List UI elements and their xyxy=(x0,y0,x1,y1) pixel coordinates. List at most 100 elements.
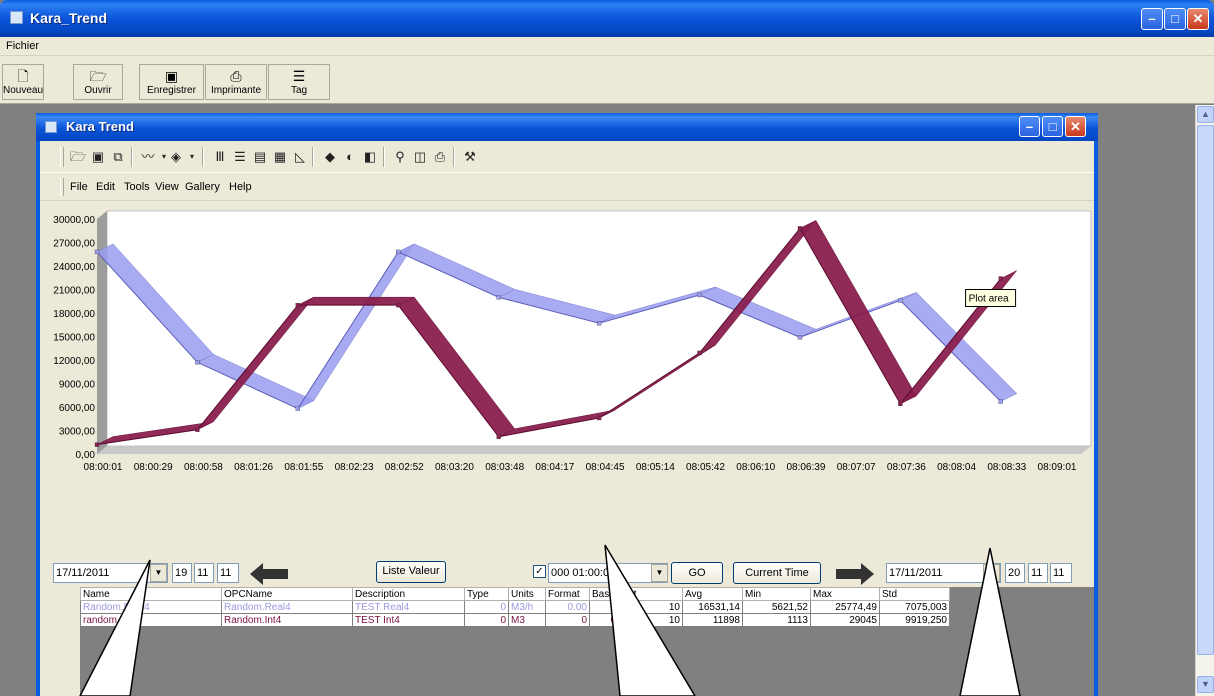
period-field[interactable]: 000 01:00:00 xyxy=(548,563,668,583)
current-time-button[interactable]: Current Time xyxy=(733,562,821,584)
col-type[interactable]: Type xyxy=(464,587,509,601)
col-std[interactable]: Std xyxy=(879,587,950,601)
next-arrow-icon[interactable] xyxy=(836,563,874,585)
tag-button[interactable]: ☰ Tag xyxy=(268,64,330,100)
end-minute-field[interactable]: 11 xyxy=(1028,563,1048,583)
col-name[interactable]: Name xyxy=(80,587,222,601)
cell-cnt: 10 xyxy=(618,613,683,627)
scroll-up-icon[interactable]: ▲ xyxy=(1197,106,1214,123)
imprimante-button[interactable]: ⎙ Imprimante xyxy=(205,64,267,100)
nouveau-label: Nouveau xyxy=(3,85,44,96)
nouveau-button[interactable]: 🗋 Nouveau xyxy=(2,64,44,100)
z-clustered-icon[interactable]: ◧ xyxy=(362,149,378,165)
maximize-icon[interactable]: □ xyxy=(1164,8,1186,30)
print-preview-icon[interactable]: ◫ xyxy=(412,149,428,165)
data-grid-icon[interactable]: ▦ xyxy=(272,149,288,165)
x-tick-label: 08:06:39 xyxy=(786,462,825,473)
y-tick-label: 18000,00 xyxy=(53,309,95,320)
x-tick-label: 08:01:26 xyxy=(234,462,273,473)
table-row[interactable]: random.Int4 Random.Int4 TEST Int4 0 M3 0… xyxy=(80,613,950,627)
x-tick-label: 08:00:29 xyxy=(134,462,173,473)
menu-help[interactable]: Help xyxy=(229,181,252,193)
y-tick-label: 27000,00 xyxy=(53,239,95,250)
data-point xyxy=(195,360,200,365)
y-tick-label: 3000,00 xyxy=(59,427,96,438)
chevron-down-icon[interactable]: ▼ xyxy=(150,564,167,582)
period-checkbox[interactable]: ✓ xyxy=(533,565,546,578)
data-point xyxy=(998,276,1003,281)
col-opcname[interactable]: OPCName xyxy=(221,587,353,601)
vertical-grid-icon[interactable]: Ⅲ xyxy=(212,149,228,165)
rotate-icon[interactable]: ◐ xyxy=(342,149,358,165)
data-point xyxy=(596,415,602,421)
palette-icon[interactable]: ◈ xyxy=(168,149,184,165)
child-minimize-icon[interactable]: – xyxy=(1019,116,1040,137)
zoom-icon[interactable]: ⚲ xyxy=(392,149,408,165)
minimize-icon[interactable]: – xyxy=(1141,8,1163,30)
menu-grip xyxy=(60,178,64,196)
axis-icon[interactable]: ◺ xyxy=(292,149,308,165)
col-base[interactable]: Base xyxy=(589,587,619,601)
liste-valeur-button[interactable]: Liste Valeur xyxy=(376,561,446,583)
go-button[interactable]: GO xyxy=(671,562,723,584)
horizontal-grid-icon[interactable]: ☰ xyxy=(232,149,248,165)
child-maximize-icon[interactable]: □ xyxy=(1042,116,1063,137)
scroll-down-icon[interactable]: ▼ xyxy=(1197,676,1214,693)
ouvrir-button[interactable]: 🗁 Ouvrir xyxy=(73,64,123,100)
col-format[interactable]: Format xyxy=(545,587,590,601)
trend-chart[interactable]: 0,00 3000,00 6000,00 9000,00 12000,00 15000,0… xyxy=(40,202,1094,559)
scroll-thumb[interactable] xyxy=(1197,125,1214,655)
chart-type-icon[interactable]: 〰 xyxy=(140,149,156,165)
save-disk-icon[interactable]: ▣ xyxy=(90,149,106,165)
x-tick-label: 08:00:01 xyxy=(84,462,123,473)
chevron-down-icon[interactable]: ▾ xyxy=(184,149,200,165)
close-icon[interactable]: ✕ xyxy=(1187,8,1209,30)
col-min[interactable]: Min xyxy=(742,587,811,601)
chevron-down-icon[interactable]: ▼ xyxy=(983,564,1000,582)
open-folder-icon[interactable]: 🗁 xyxy=(70,149,86,165)
cell-name: Random.Real4 xyxy=(80,600,222,614)
3d-view-icon[interactable]: ◆ xyxy=(322,149,338,165)
cell-max: 25774,49 xyxy=(810,600,880,614)
previous-arrow-icon[interactable] xyxy=(250,563,288,585)
y-tick-label: 15000,00 xyxy=(53,333,95,344)
cell-description: TEST Int4 xyxy=(352,613,465,627)
main-menubar: Fichier xyxy=(0,37,1214,56)
chevron-down-icon[interactable]: ▼ xyxy=(651,564,668,582)
copy-icon[interactable]: ⧉ xyxy=(110,149,126,165)
col-avg[interactable]: Avg xyxy=(682,587,743,601)
x-tick-label: 08:04:17 xyxy=(535,462,574,473)
x-tick-label: 08:08:33 xyxy=(987,462,1026,473)
start-second-field[interactable]: 11 xyxy=(217,563,239,583)
tools-icon[interactable]: ⚒ xyxy=(462,149,478,165)
y-tick-label: 30000,00 xyxy=(53,215,95,226)
y-tick-label: 9000,00 xyxy=(59,380,96,391)
enregistrer-button[interactable]: ▣ Enregistrer xyxy=(139,64,204,100)
cell-description: TEST Real4 xyxy=(352,600,465,614)
col-cnt[interactable]: Cnt xyxy=(618,587,683,601)
end-second-field[interactable]: 11 xyxy=(1050,563,1072,583)
menu-file[interactable]: File xyxy=(70,181,88,193)
x-tick-label: 08:05:14 xyxy=(636,462,675,473)
menu-edit[interactable]: Edit xyxy=(96,181,115,193)
cell-format: 0 xyxy=(545,613,590,627)
cell-units: M3 xyxy=(508,613,546,627)
col-description[interactable]: Description xyxy=(352,587,465,601)
child-close-icon[interactable]: ✕ xyxy=(1065,116,1086,137)
legend-icon[interactable]: ▤ xyxy=(252,149,268,165)
menu-view[interactable]: View xyxy=(155,181,179,193)
printer-icon[interactable]: ⎙ xyxy=(432,149,448,165)
menu-gallery[interactable]: Gallery xyxy=(185,181,220,193)
col-units[interactable]: Units xyxy=(508,587,546,601)
col-max[interactable]: Max xyxy=(810,587,880,601)
menu-tools[interactable]: Tools xyxy=(124,181,150,193)
start-minute-field[interactable]: 11 xyxy=(194,563,214,583)
child-titlebar: Kara Trend – □ ✕ xyxy=(36,113,1098,141)
start-hour-field[interactable]: 19 xyxy=(172,563,192,583)
mdi-vertical-scrollbar[interactable]: ▲ ▼ xyxy=(1195,105,1214,696)
menu-fichier[interactable]: Fichier xyxy=(6,40,39,52)
table-row[interactable]: Random.Real4 Random.Real4 TEST Real4 0 M… xyxy=(80,600,950,614)
end-hour-field[interactable]: 20 xyxy=(1005,563,1025,583)
y-tick-label: 21000,00 xyxy=(53,286,95,297)
app-icon xyxy=(10,11,23,24)
